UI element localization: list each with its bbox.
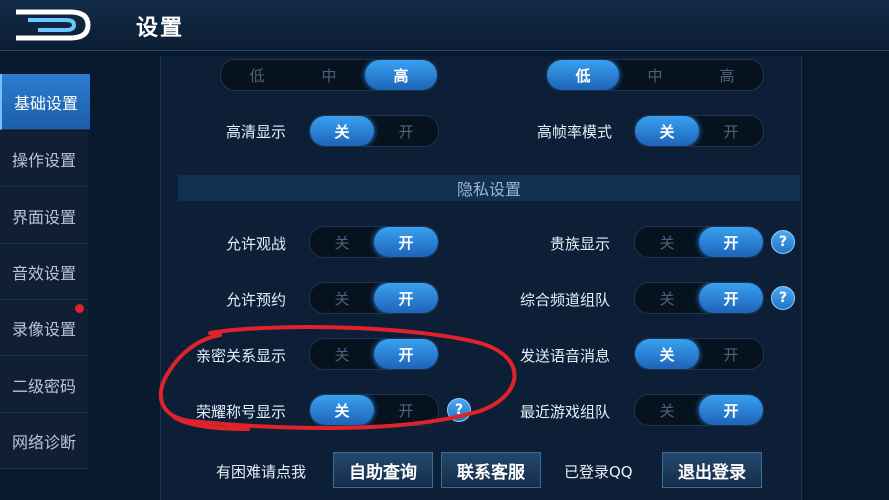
toggle-on[interactable]: 开 [699,339,763,369]
toggle-off[interactable]: 关 [310,283,374,313]
sidebar-item-password[interactable]: 二级密码 [0,357,88,413]
question-mark-icon[interactable]: ? [447,398,471,422]
allow-spectate-label: 允许观战 [225,235,286,253]
toggle-off[interactable]: 关 [635,227,699,257]
toggle-on[interactable]: 开 [699,227,763,257]
honor-title-toggle[interactable]: 关 开 [309,394,439,426]
notification-dot [75,304,84,313]
sidebar-item-basic[interactable]: 基础设置 [0,74,90,130]
logo-icon[interactable] [8,6,98,44]
recent-team-label: 最近游戏组队 [519,403,610,421]
toggle-off[interactable]: 关 [635,395,699,425]
quality-low[interactable]: 低 [221,60,293,90]
toggle-on[interactable]: 开 [699,283,763,313]
toggle-off[interactable]: 关 [310,339,374,369]
quality-mid[interactable]: 中 [619,60,691,90]
send-voice-toggle[interactable]: 关 开 [634,338,764,370]
allow-booking-label: 允许预约 [225,291,286,309]
channel-team-label: 综合频道组队 [519,291,610,309]
toggle-off[interactable]: 关 [310,116,374,146]
sidebar-item-replay[interactable]: 录像设置 [0,300,88,356]
self-query-button[interactable]: 自助查询 [333,452,433,488]
sidebar-item-audio[interactable]: 音效设置 [0,244,88,300]
toggle-on[interactable]: 开 [374,116,438,146]
toggle-on[interactable]: 开 [374,227,438,257]
toggle-on[interactable]: 开 [699,395,763,425]
noble-display-label: 贵族显示 [549,235,610,253]
logged-in-text: 已登录QQ [564,463,633,481]
toggle-off[interactable]: 关 [635,283,699,313]
noble-display-toggle[interactable]: 关 开 [634,226,764,258]
hd-display-label: 高清显示 [225,123,286,141]
recent-team-toggle[interactable]: 关 开 [634,394,764,426]
top-bar: 设置 [0,0,889,51]
toggle-off[interactable]: 关 [635,339,699,369]
quality-mid[interactable]: 中 [293,60,365,90]
quality-high[interactable]: 高 [365,60,437,90]
toggle-on[interactable]: 开 [374,339,438,369]
logout-button[interactable]: 退出登录 [662,452,762,488]
toggle-off[interactable]: 关 [635,116,699,146]
sidebar-item-network[interactable]: 网络诊断 [0,413,88,469]
sidebar-item-interface[interactable]: 界面设置 [0,188,88,244]
toggle-on[interactable]: 开 [374,395,438,425]
toggle-on[interactable]: 开 [699,116,763,146]
high-fps-toggle[interactable]: 关 开 [634,115,764,147]
honor-title-label: 荣耀称号显示 [195,403,286,421]
quality-right-selector[interactable]: 低 中 高 [546,59,764,91]
hd-display-toggle[interactable]: 关 开 [309,115,439,147]
intimacy-display-label: 亲密关系显示 [195,347,286,365]
page-title: 设置 [136,16,185,41]
help-prompt-text: 有困难请点我 [216,463,307,481]
quality-low[interactable]: 低 [547,60,619,90]
question-mark-icon[interactable]: ? [771,230,795,254]
allow-spectate-toggle[interactable]: 关 开 [309,226,439,258]
question-mark-icon[interactable]: ? [771,286,795,310]
toggle-on[interactable]: 开 [374,283,438,313]
allow-booking-toggle[interactable]: 关 开 [309,282,439,314]
intimacy-display-toggle[interactable]: 关 开 [309,338,439,370]
send-voice-label: 发送语音消息 [519,347,610,365]
sidebar-item-label: 录像设置 [11,319,76,339]
contact-service-button[interactable]: 联系客服 [441,452,541,488]
channel-team-toggle[interactable]: 关 开 [634,282,764,314]
quality-left-selector[interactable]: 低 中 高 [220,59,438,91]
privacy-section-header: 隐私设置 [178,175,800,201]
quality-high[interactable]: 高 [691,60,763,90]
high-fps-label: 高帧率模式 [536,123,612,141]
toggle-off[interactable]: 关 [310,227,374,257]
sidebar-item-controls[interactable]: 操作设置 [0,131,88,187]
toggle-off[interactable]: 关 [310,395,374,425]
